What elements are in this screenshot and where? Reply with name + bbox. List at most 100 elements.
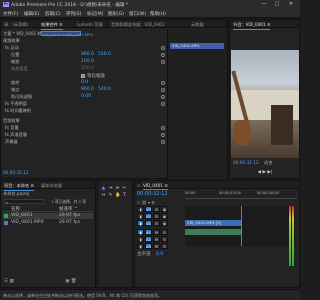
- reset-icon[interactable]: [161, 88, 165, 92]
- track-target-a3[interactable]: ▮: [137, 243, 144, 249]
- reset-icon[interactable]: [161, 126, 165, 130]
- tab-metadata[interactable]: 元数据: [191, 22, 204, 28]
- reset-icon[interactable]: [161, 46, 165, 50]
- track-target-a2[interactable]: ▮: [137, 236, 144, 242]
- menu-clip[interactable]: 剪辑(C): [45, 11, 61, 17]
- reset-icon[interactable]: [161, 95, 165, 99]
- tab-source[interactable]: 源：(无剪辑): [4, 22, 28, 28]
- tab-media-browser[interactable]: 媒体浏览器: [41, 183, 62, 189]
- panner-effect[interactable]: 声像器: [5, 139, 18, 146]
- menu-edit[interactable]: 编辑(E): [24, 11, 39, 17]
- lock-icon[interactable]: ⊡: [153, 220, 160, 226]
- timeline-ruler[interactable]: 00:00 00:00:15:00 00:00:30:00: [185, 191, 297, 199]
- volume-effect[interactable]: fx 音量: [5, 125, 19, 132]
- solo-button[interactable]: S: [161, 229, 168, 235]
- channel-volume-effect[interactable]: fx 声道音量: [5, 132, 27, 139]
- timeline-close-icon[interactable]: ×: [137, 183, 141, 188]
- tab-project[interactable]: 项目：未命名 ≡: [4, 183, 34, 191]
- effect-controls-timecode[interactable]: 00:00:32:12: [3, 170, 29, 175]
- ripple-edit-tool-icon[interactable]: ⇹: [115, 186, 120, 191]
- antiflicker-value[interactable]: 0.00: [81, 94, 91, 99]
- selection-tool-icon[interactable]: ▲: [101, 186, 106, 191]
- opacity-effect[interactable]: fx 不透明度: [5, 101, 27, 108]
- anchor-y-value[interactable]: 540.0: [98, 87, 111, 92]
- icon-view-icon[interactable]: ▦: [9, 279, 13, 284]
- track-target-v3[interactable]: ▮: [137, 206, 144, 212]
- position-y-value[interactable]: 540.0: [98, 52, 111, 57]
- video-clip[interactable]: VID_0401.MP4 [V]: [185, 220, 241, 226]
- track-label-v1[interactable]: V1: [145, 220, 152, 226]
- uniform-scale-checkbox[interactable]: [81, 74, 85, 78]
- menu-graphics[interactable]: 图形(G): [108, 11, 124, 17]
- master-volume-value[interactable]: 0.0: [156, 252, 163, 257]
- menu-file[interactable]: 文件(F): [3, 11, 18, 17]
- program-timecode[interactable]: 00:00:32:12: [233, 160, 259, 165]
- rotation-value[interactable]: 0.0: [81, 80, 88, 85]
- tab-audio-clip-mixer[interactable]: 音频剪辑混合器：VID_0401: [111, 22, 165, 28]
- timeline-timecode[interactable]: 00:00:32:12: [137, 191, 168, 197]
- track-label-a1[interactable]: A1: [145, 229, 152, 235]
- playhead[interactable]: [241, 206, 242, 246]
- close-button[interactable]: ✕: [285, 1, 297, 8]
- track-label-v3[interactable]: V3: [145, 206, 152, 212]
- maximize-button[interactable]: □: [271, 1, 283, 8]
- solo-button[interactable]: S: [161, 243, 168, 249]
- add-marker-icon[interactable]: ▾: [148, 200, 150, 205]
- project-list-item[interactable]: VID_0401 29.97 fps: [3, 213, 93, 219]
- reset-icon[interactable]: [161, 60, 165, 64]
- pen-tool-icon[interactable]: ✎: [108, 193, 113, 198]
- track-target-v1[interactable]: ▮: [137, 220, 144, 226]
- new-item-icon[interactable]: ▣: [65, 279, 69, 284]
- razor-tool-icon[interactable]: ✂: [122, 186, 127, 191]
- program-fit-dropdown[interactable]: 适合: [264, 160, 272, 166]
- reset-icon[interactable]: [161, 140, 165, 144]
- wrench-icon[interactable]: ⚙: [151, 200, 155, 205]
- minimize-button[interactable]: —: [258, 1, 270, 8]
- menu-marker[interactable]: 标记(M): [87, 11, 103, 17]
- mute-button[interactable]: M: [153, 243, 160, 249]
- track-target-v2[interactable]: ▮: [137, 213, 144, 219]
- time-remap-effect[interactable]: fx 时间重映射: [5, 108, 31, 115]
- scale-value[interactable]: 100.0: [81, 59, 94, 64]
- slip-tool-icon[interactable]: ⇔: [101, 193, 106, 198]
- mini-timeline-clip[interactable]: VID_0401.MP4: [170, 43, 224, 49]
- motion-effect[interactable]: fx 运动: [5, 45, 19, 52]
- reset-icon[interactable]: [161, 102, 165, 106]
- track-label-a3[interactable]: A3: [145, 243, 152, 249]
- eye-icon[interactable]: ◉: [161, 213, 168, 219]
- position-x-value[interactable]: 960.0: [81, 52, 94, 57]
- column-name[interactable]: 名称: [11, 206, 20, 212]
- eye-icon[interactable]: ◉: [161, 220, 168, 226]
- solo-button[interactable]: S: [161, 236, 168, 242]
- reset-icon[interactable]: [161, 53, 165, 57]
- lock-icon[interactable]: ⊡: [153, 206, 160, 212]
- trash-icon[interactable]: 🗑: [71, 279, 77, 284]
- list-view-icon[interactable]: ☰: [4, 279, 8, 284]
- column-frame-rate[interactable]: 帧速率 ^: [59, 206, 78, 212]
- menu-help[interactable]: 帮助(H): [150, 11, 166, 17]
- tab-program[interactable]: 节目：VID_0401 ≡: [233, 22, 271, 30]
- track-target-a1[interactable]: ▮: [137, 229, 144, 235]
- tab-effect-controls[interactable]: 效果控件 ≡: [41, 22, 63, 30]
- anchor-x-value[interactable]: 960.0: [81, 87, 94, 92]
- sequence-clip-dropdown[interactable]: VID_0401 * VID_0401.MP4: [41, 31, 93, 37]
- snap-icon[interactable]: ⊂: [137, 200, 140, 205]
- track-label-v2[interactable]: V2: [145, 213, 152, 219]
- track-label-a2[interactable]: A2: [145, 236, 152, 242]
- menu-window[interactable]: 窗口(W): [129, 11, 146, 17]
- tab-sequence[interactable]: VID_0401 ≡: [143, 183, 168, 190]
- hand-tool-icon[interactable]: ✋: [115, 193, 121, 198]
- linked-selection-icon[interactable]: ⛓: [142, 200, 147, 205]
- reset-icon[interactable]: [161, 81, 165, 85]
- type-tool-icon[interactable]: T: [122, 193, 127, 198]
- lock-icon[interactable]: ⊡: [153, 213, 160, 219]
- eye-icon[interactable]: ◉: [161, 206, 168, 212]
- menu-sequence[interactable]: 序列(S): [66, 11, 81, 17]
- tab-lumetri-scopes[interactable]: Lumetri 范围: [77, 22, 103, 28]
- track-select-tool-icon[interactable]: ⇥: [108, 186, 113, 191]
- project-list-item[interactable]: VID_0401.MP4 29.97 fps: [3, 220, 93, 226]
- audio-clip[interactable]: [185, 229, 241, 235]
- project-search-input[interactable]: ⌕: [4, 199, 44, 205]
- mute-button[interactable]: M: [153, 229, 160, 235]
- timeline-tracks-area[interactable]: VID_0401.MP4 [V]: [185, 206, 295, 246]
